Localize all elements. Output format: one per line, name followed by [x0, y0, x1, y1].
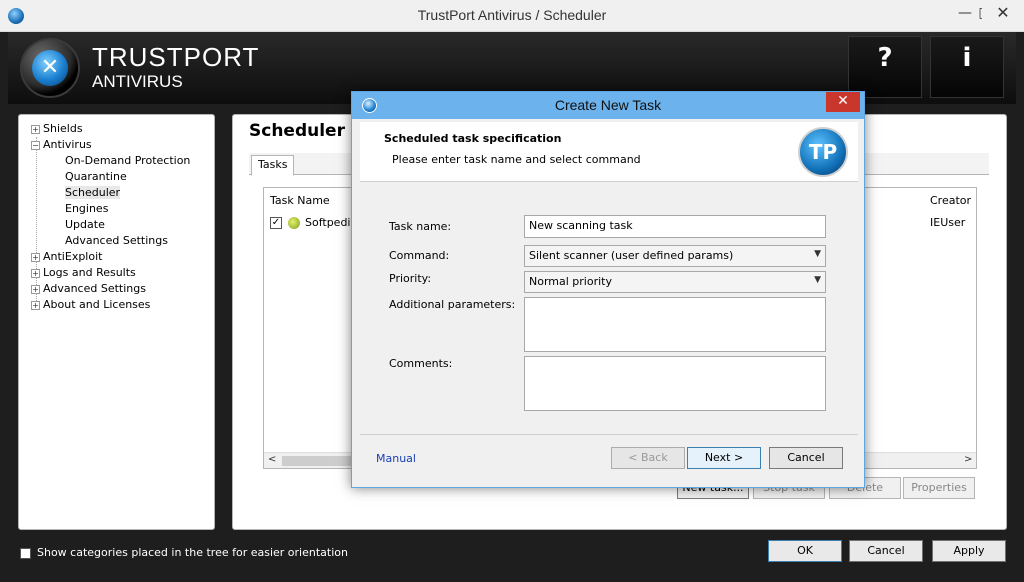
expand-icon[interactable]: + — [31, 268, 40, 278]
close-button[interactable]: ✕ — [982, 0, 1024, 28]
tab-tasks[interactable]: Tasks — [251, 155, 295, 176]
column-header-creator[interactable]: Creator — [930, 194, 971, 207]
show-categories-label: Show categories placed in the tree for e… — [37, 546, 348, 559]
dialog-cancel-button[interactable]: Cancel — [769, 447, 843, 469]
tree-item-logs-and-results[interactable]: + Logs and Results — [31, 266, 136, 279]
dialog-form: Task name: New scanning task Command: Si… — [360, 182, 858, 472]
task-icon — [287, 217, 300, 229]
next-button[interactable]: Next > — [687, 447, 761, 469]
help-button[interactable]: ? — [848, 36, 922, 98]
dialog-heading: Scheduled task specification — [384, 132, 562, 145]
task-enabled-checkbox[interactable]: ✓ — [270, 217, 282, 229]
category-tree: + Shields − Antivirus On-Demand Protection… — [18, 114, 215, 530]
dialog-separator — [360, 434, 858, 435]
chevron-down-icon[interactable]: ▼ — [814, 275, 821, 285]
task-name-label: Task name: — [389, 220, 452, 233]
priority-value: Normal priority — [529, 275, 612, 288]
collapse-icon[interactable]: − — [31, 140, 40, 150]
chevron-down-icon[interactable]: ▼ — [814, 249, 821, 259]
expand-icon[interactable]: + — [31, 252, 40, 262]
tree-item-engines[interactable]: Engines — [65, 202, 108, 215]
apply-button[interactable]: Apply — [932, 540, 1006, 562]
create-new-task-dialog: Create New Task ✕ Scheduled task specifi… — [351, 91, 865, 488]
tools-icon: ✕ — [32, 50, 68, 86]
properties-button[interactable]: Properties — [903, 477, 975, 499]
command-select[interactable]: Silent scanner (user defined params) ▼ — [524, 245, 826, 267]
additional-parameters-input[interactable] — [524, 297, 826, 352]
expand-icon[interactable]: + — [31, 124, 40, 134]
tree-connector — [36, 137, 37, 305]
manual-link[interactable]: Manual — [376, 452, 416, 465]
cancel-button[interactable]: Cancel — [849, 540, 923, 562]
tree-item-scheduler[interactable]: Scheduler — [65, 186, 121, 199]
column-header-task-name[interactable]: Task Name — [270, 194, 330, 207]
brand-product: ANTIVIRUS — [92, 72, 183, 91]
command-value: Silent scanner (user defined params) — [529, 249, 734, 262]
dialog-header: Scheduled task specification Please ente… — [360, 122, 858, 182]
brand-name: TRUSTPORT — [92, 42, 260, 72]
ok-button[interactable]: OK — [768, 540, 842, 562]
show-categories-option[interactable]: ✓ Show categories placed in the tree for … — [20, 546, 348, 559]
tree-item-update[interactable]: Update — [65, 218, 105, 231]
bottom-bar: ✓ Show categories placed in the tree for … — [8, 538, 1016, 574]
comments-label: Comments: — [389, 357, 453, 370]
show-categories-checkbox[interactable]: ✓ — [20, 547, 31, 559]
info-icon: i — [962, 43, 972, 73]
additional-parameters-label: Additional parameters: — [389, 298, 516, 311]
dialog-subheading: Please enter task name and select comman… — [392, 153, 641, 166]
back-button[interactable]: < Back — [611, 447, 685, 469]
trustport-logo-icon: ✕ — [20, 38, 80, 98]
tree-item-quarantine[interactable]: Quarantine — [65, 170, 127, 183]
dialog-close-button[interactable]: ✕ — [826, 92, 860, 112]
command-label: Command: — [389, 249, 450, 262]
window-title: TrustPort Antivirus / Scheduler — [417, 7, 607, 23]
tree-item-shields[interactable]: + Shields — [31, 122, 83, 135]
expand-icon[interactable]: + — [31, 300, 40, 310]
task-name-input[interactable]: New scanning task — [524, 215, 826, 238]
table-row[interactable]: ✓ Softpedia — [270, 216, 357, 229]
tree-item-advanced-settings[interactable]: + Advanced Settings — [31, 282, 146, 295]
priority-label: Priority: — [389, 272, 432, 285]
task-creator-cell: IEUser — [930, 216, 966, 229]
page-title: Scheduler — [249, 121, 345, 141]
tree-item-about-and-licenses[interactable]: + About and Licenses — [31, 298, 150, 311]
comments-input[interactable] — [524, 356, 826, 411]
title-bar: TrustPort Antivirus / Scheduler — □ ✕ — [0, 0, 1024, 32]
scroll-right-icon[interactable]: > — [964, 454, 972, 465]
tree-item-antivirus-advanced-settings[interactable]: Advanced Settings — [65, 234, 168, 247]
question-icon: ? — [877, 43, 893, 73]
task-name-cell: Softpedia — [305, 216, 358, 229]
tree-item-antivirus[interactable]: − Antivirus — [31, 138, 92, 151]
tree-item-antiexploit[interactable]: + AntiExploit — [31, 250, 102, 263]
trustport-badge-icon: TP — [798, 127, 848, 177]
priority-select[interactable]: Normal priority ▼ — [524, 271, 826, 293]
dialog-title-bar: Create New Task ✕ — [352, 92, 864, 119]
expand-icon[interactable]: + — [31, 284, 40, 294]
scroll-left-icon[interactable]: < — [268, 454, 276, 465]
tree-item-on-demand-protection[interactable]: On-Demand Protection — [65, 154, 190, 167]
dialog-title: Create New Task — [554, 97, 662, 113]
about-button[interactable]: i — [930, 36, 1004, 98]
